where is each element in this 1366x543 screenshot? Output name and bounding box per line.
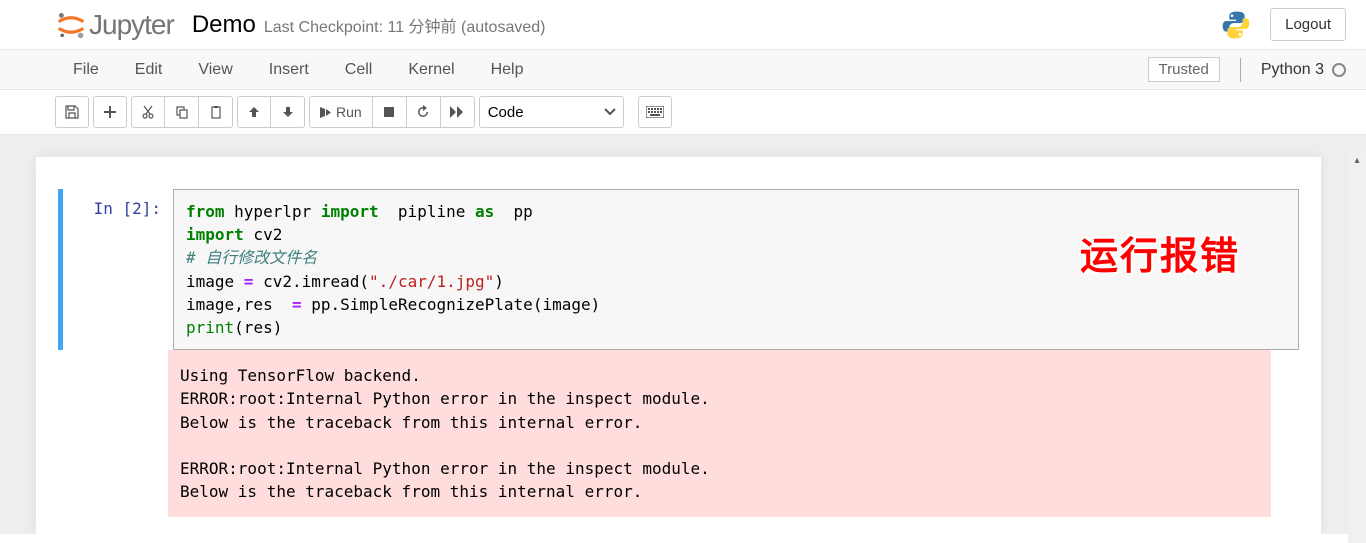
- menu-cell[interactable]: Cell: [327, 52, 391, 88]
- restart-button[interactable]: [407, 96, 441, 128]
- menu-insert[interactable]: Insert: [251, 52, 327, 88]
- save-button[interactable]: [55, 96, 89, 128]
- logout-button[interactable]: Logout: [1270, 8, 1346, 41]
- interrupt-button[interactable]: [373, 96, 407, 128]
- command-palette-button[interactable]: [638, 96, 672, 128]
- notebook-title[interactable]: Demo: [192, 11, 256, 39]
- paste-icon: [209, 105, 223, 119]
- menu-kernel[interactable]: Kernel: [390, 52, 472, 88]
- toolbar: Run Code: [0, 90, 1366, 135]
- menu-edit[interactable]: Edit: [117, 52, 181, 88]
- keyboard-icon: [646, 106, 664, 118]
- notebook-header: Jupyter Demo Last Checkpoint: 11 分钟前 (au…: [0, 0, 1366, 50]
- copy-button[interactable]: [165, 96, 199, 128]
- jupyter-icon: [55, 9, 87, 41]
- menubar: File Edit View Insert Cell Kernel Help T…: [0, 50, 1366, 90]
- menu-file[interactable]: File: [55, 52, 117, 88]
- python-icon: [1220, 9, 1252, 41]
- notebook-container: In [2]: from hyperlpr import pipline as …: [0, 135, 1366, 534]
- output-row: Using TensorFlow backend. ERROR:root:Int…: [58, 350, 1299, 517]
- divider: [1240, 58, 1241, 82]
- checkpoint-text: Last Checkpoint: 11 分钟前 (autosaved): [264, 13, 546, 37]
- arrow-up-icon: [248, 106, 260, 118]
- annotation-overlay: 运行报错: [1080, 225, 1240, 280]
- move-up-button[interactable]: [237, 96, 271, 128]
- menu-view[interactable]: View: [180, 52, 250, 88]
- run-icon: [320, 107, 331, 118]
- kernel-name-text: Python 3: [1261, 61, 1324, 79]
- notebook: In [2]: from hyperlpr import pipline as …: [36, 157, 1321, 534]
- kernel-idle-icon: [1332, 63, 1346, 77]
- scroll-up-icon[interactable]: ▴: [1348, 151, 1366, 169]
- run-button[interactable]: Run: [309, 96, 373, 128]
- insert-cell-button[interactable]: [93, 96, 127, 128]
- restart-run-all-button[interactable]: [441, 96, 475, 128]
- run-label: Run: [336, 104, 362, 120]
- kernel-name[interactable]: Python 3: [1261, 61, 1346, 79]
- cut-button[interactable]: [131, 96, 165, 128]
- cell-type-select[interactable]: Code: [479, 96, 624, 128]
- stop-icon: [383, 106, 395, 118]
- output-stderr: Using TensorFlow backend. ERROR:root:Int…: [168, 350, 1271, 517]
- restart-icon: [416, 105, 430, 119]
- fast-forward-icon: [450, 106, 464, 118]
- arrow-down-icon: [282, 106, 294, 118]
- input-prompt: In [2]:: [63, 189, 173, 350]
- jupyter-logo[interactable]: Jupyter: [55, 9, 174, 41]
- move-down-button[interactable]: [271, 96, 305, 128]
- jupyter-logo-text: Jupyter: [89, 9, 174, 41]
- paste-button[interactable]: [199, 96, 233, 128]
- page-scrollbar[interactable]: ▴: [1348, 151, 1366, 543]
- plus-icon: [103, 105, 117, 119]
- menu-help[interactable]: Help: [473, 52, 542, 88]
- scissors-icon: [141, 105, 155, 119]
- copy-icon: [175, 105, 189, 119]
- trusted-indicator[interactable]: Trusted: [1148, 57, 1220, 82]
- output-prompt: [58, 350, 168, 517]
- save-icon: [65, 105, 79, 119]
